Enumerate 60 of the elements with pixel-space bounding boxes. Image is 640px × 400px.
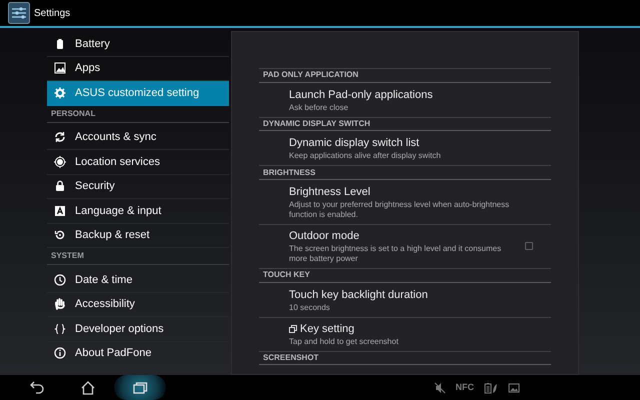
sidebar-item[interactable]: Battery (47, 32, 229, 56)
preference-title: Brightness Level (289, 184, 370, 199)
section-header: PAD ONLY APPLICATION (259, 68, 551, 82)
sidebar-item[interactable]: Accessibility (47, 292, 229, 317)
preference-title: Touch key backlight duration (289, 288, 428, 302)
preference-item[interactable]: Launch Pad-only applications Ask before close (259, 82, 551, 117)
preference-summary: Keep applications alive after display switch (289, 151, 442, 162)
sync-icon (54, 131, 66, 144)
window-title: Settings (34, 6, 70, 20)
sidebar-item[interactable]: About PadFone (47, 342, 229, 366)
sidebar-item[interactable]: Developer options (47, 317, 229, 342)
section-header: SCREENSHOT (259, 350, 551, 364)
preference-summary: 10 seconds (289, 302, 331, 313)
preference-item[interactable]: Touch key backlight duration 10 seconds (259, 282, 551, 317)
location-icon (54, 156, 66, 168)
muted-icon (434, 382, 446, 394)
preference-title: Launch Pad-only applications (289, 88, 433, 102)
section-header: SYSTEM (47, 248, 229, 265)
section-header: TOUCH KEY (259, 268, 551, 282)
sidebar-item[interactable]: Security (47, 174, 229, 199)
sidebar-item[interactable]: Backup & reset (47, 224, 229, 248)
gear-icon (54, 86, 66, 99)
home-icon (80, 380, 96, 396)
info-icon (54, 347, 66, 360)
preference-title: Outdoor mode (289, 228, 360, 243)
preference-summary: Ask before close (289, 102, 350, 113)
preference-item[interactable]: Dynamic display switch list Keep applications alive after display switch (259, 130, 551, 166)
checkbox[interactable] (525, 242, 533, 250)
preference-summary: The screen brightness is set to a high level and it consumes more battery power (289, 244, 502, 264)
section-header: DYNAMIC DISPLAY SWITCH (259, 116, 551, 130)
preference-item[interactable]: Outdoor mode The screen brightness is set to a high level and it consumes more battery power (259, 224, 551, 268)
settings-app-icon (8, 2, 30, 24)
hand-icon (54, 298, 66, 310)
restore-icon (54, 229, 66, 242)
sidebar-item[interactable]: ASUS customized setting (47, 81, 229, 106)
section-header: PERSONAL (47, 106, 229, 122)
preference-item[interactable]: Key setting Tap and hold to get screenshot (259, 316, 551, 351)
preference-summary: Tap and hold to get screenshot (289, 336, 400, 347)
recent-apps-icon (132, 380, 148, 396)
nav-button[interactable] (114, 375, 166, 400)
braces-icon (54, 322, 66, 335)
back-icon (28, 380, 44, 396)
lock-icon (54, 180, 66, 192)
image-icon (54, 62, 66, 74)
preference-summary: Adjust to your preferred brightness level when auto-brightness function is enabled. (289, 200, 510, 220)
sidebar-item[interactable]: Date & time (47, 268, 229, 292)
preference-title: Dynamic display switch list (289, 136, 420, 150)
battery-leaf-icon (484, 382, 498, 394)
image-icon (508, 382, 520, 394)
section-header: BRIGHTNESS (259, 165, 551, 179)
preference-item[interactable]: Brightness Level Adjust to your preferred brightness level when auto-brightness function is enabled. (259, 178, 551, 224)
windows-icon (289, 324, 297, 333)
preference-title: Key setting (300, 322, 354, 336)
nfc-status: NFC (456, 380, 474, 394)
battery-icon (54, 38, 66, 50)
clock-icon (54, 274, 66, 286)
sidebar-item[interactable]: Location services (47, 150, 229, 174)
sidebar-item[interactable]: Accounts & sync (47, 126, 229, 150)
keyboard-letter-icon (54, 204, 66, 217)
sidebar-item[interactable]: Language & input (47, 199, 229, 224)
